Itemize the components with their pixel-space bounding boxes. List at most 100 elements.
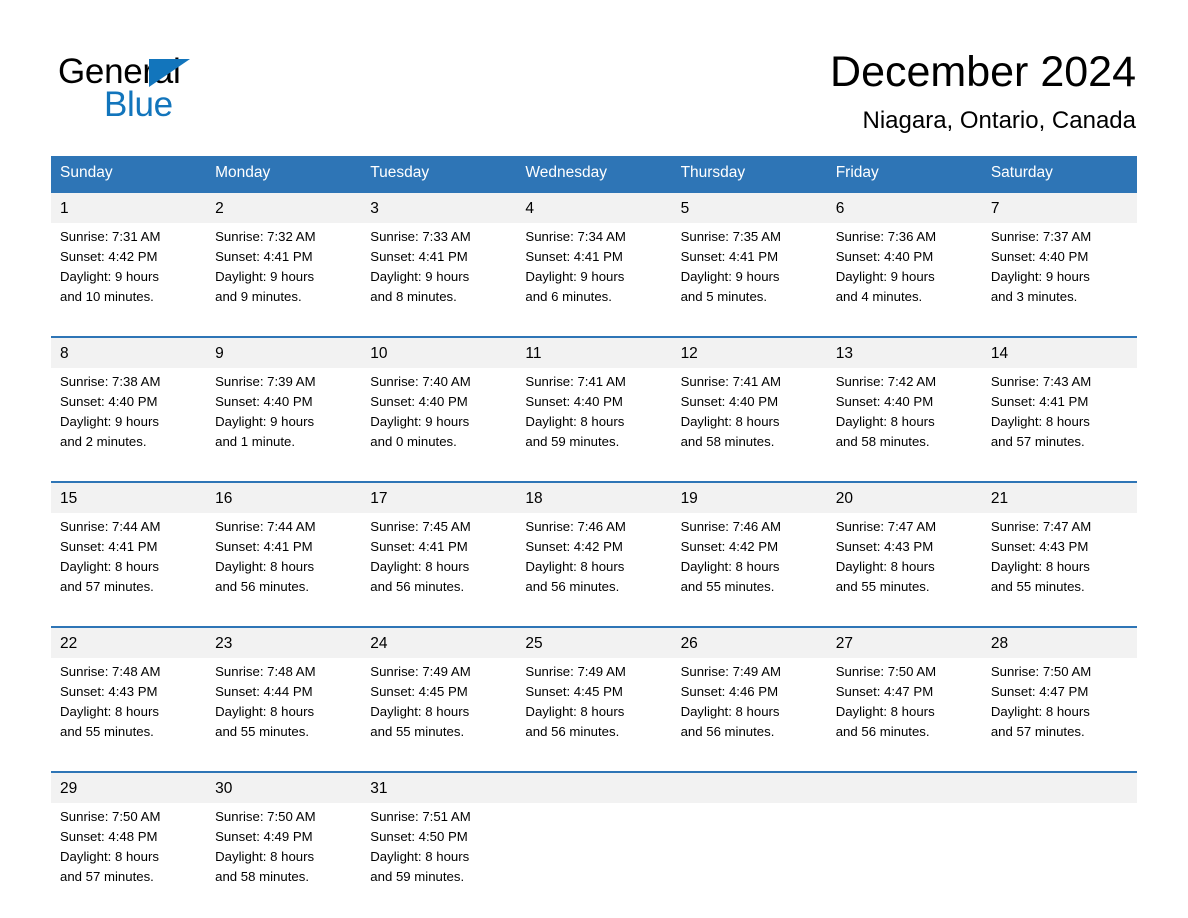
day-number[interactable]: 14: [981, 336, 1137, 368]
day-cell[interactable]: Sunrise: 7:41 AM Sunset: 4:40 PM Dayligh…: [516, 368, 672, 482]
day-cell[interactable]: Sunrise: 7:44 AM Sunset: 4:41 PM Dayligh…: [206, 513, 362, 627]
daylight-text: Daylight: 8 hours: [370, 559, 470, 574]
day-number[interactable]: 17: [361, 481, 517, 513]
sunset-text: Sunset: 4:41 PM: [370, 539, 468, 554]
day-cell[interactable]: Sunrise: 7:41 AM Sunset: 4:40 PM Dayligh…: [671, 368, 827, 482]
day-cell[interactable]: Sunrise: 7:48 AM Sunset: 4:43 PM Dayligh…: [51, 658, 207, 772]
location-subtitle: Niagara, Ontario, Canada: [862, 107, 1137, 134]
day-number[interactable]: 23: [206, 626, 362, 658]
sunset-text: Sunset: 4:40 PM: [370, 394, 468, 409]
day-cell[interactable]: Sunrise: 7:34 AM Sunset: 4:41 PM Dayligh…: [516, 223, 672, 337]
day-number[interactable]: 21: [981, 481, 1137, 513]
day-number[interactable]: 24: [361, 626, 517, 658]
daylight-text: Daylight: 8 hours: [835, 414, 935, 429]
daylight-text: Daylight: 8 hours: [680, 704, 780, 719]
day-cell[interactable]: Sunrise: 7:49 AM Sunset: 4:45 PM Dayligh…: [516, 658, 672, 772]
day-number[interactable]: 4: [516, 191, 672, 223]
day-number[interactable]: 7: [981, 191, 1137, 223]
title-block: December 2024 Niagara, Ontario, Canada: [830, 46, 1136, 135]
day-cell[interactable]: Sunrise: 7:33 AM Sunset: 4:41 PM Dayligh…: [361, 223, 517, 337]
day-cell[interactable]: Sunrise: 7:49 AM Sunset: 4:45 PM Dayligh…: [361, 658, 517, 772]
day-cell[interactable]: Sunrise: 7:37 AM Sunset: 4:40 PM Dayligh…: [981, 223, 1137, 337]
day-number[interactable]: 18: [516, 481, 672, 513]
day-cell[interactable]: Sunrise: 7:35 AM Sunset: 4:41 PM Dayligh…: [671, 223, 827, 337]
day-cell[interactable]: Sunrise: 7:44 AM Sunset: 4:41 PM Dayligh…: [51, 513, 207, 627]
day-number[interactable]: 9: [206, 336, 362, 368]
day-cell[interactable]: Sunrise: 7:42 AM Sunset: 4:40 PM Dayligh…: [826, 368, 982, 482]
day-number-empty: [671, 771, 827, 803]
day-cell[interactable]: Sunrise: 7:36 AM Sunset: 4:40 PM Dayligh…: [826, 223, 982, 337]
day-number[interactable]: 29: [51, 771, 207, 803]
day-cell[interactable]: Sunrise: 7:31 AM Sunset: 4:42 PM Dayligh…: [51, 223, 207, 337]
daylight-text-cont: and 1 minute.: [215, 434, 296, 449]
sunrise-text: Sunrise: 7:45 AM: [370, 519, 471, 534]
day-number[interactable]: 12: [671, 336, 827, 368]
daylight-text-cont: and 6 minutes.: [525, 289, 612, 304]
day-number[interactable]: 19: [671, 481, 827, 513]
day-cell[interactable]: Sunrise: 7:40 AM Sunset: 4:40 PM Dayligh…: [361, 368, 517, 482]
day-number[interactable]: 26: [671, 626, 827, 658]
sunrise-text: Sunrise: 7:35 AM: [680, 229, 781, 244]
sunset-text: Sunset: 4:42 PM: [525, 539, 623, 554]
day-number[interactable]: 3: [361, 191, 517, 223]
day-number[interactable]: 15: [51, 481, 207, 513]
daylight-text-cont: and 2 minutes.: [60, 434, 147, 449]
day-cell[interactable]: Sunrise: 7:50 AM Sunset: 4:49 PM Dayligh…: [206, 803, 362, 916]
sunset-text: Sunset: 4:42 PM: [60, 249, 158, 264]
day-number[interactable]: 5: [671, 191, 827, 223]
day-number[interactable]: 8: [51, 336, 207, 368]
general-blue-logo[interactable]: General Blue: [58, 52, 318, 124]
day-cell-empty: [671, 803, 827, 916]
sunset-text: Sunset: 4:44 PM: [215, 684, 313, 699]
day-cell[interactable]: Sunrise: 7:50 AM Sunset: 4:47 PM Dayligh…: [981, 658, 1137, 772]
day-number[interactable]: 11: [516, 336, 672, 368]
day-cell[interactable]: Sunrise: 7:50 AM Sunset: 4:47 PM Dayligh…: [826, 658, 982, 772]
day-number[interactable]: 22: [51, 626, 207, 658]
day-number[interactable]: 13: [826, 336, 982, 368]
logo-triangle-icon: [149, 59, 190, 87]
sunset-text: Sunset: 4:40 PM: [525, 394, 623, 409]
sunrise-text: Sunrise: 7:38 AM: [60, 374, 161, 389]
day-number[interactable]: 28: [981, 626, 1137, 658]
day-number[interactable]: 2: [206, 191, 362, 223]
day-cell[interactable]: Sunrise: 7:47 AM Sunset: 4:43 PM Dayligh…: [826, 513, 982, 627]
daylight-text: Daylight: 8 hours: [680, 559, 780, 574]
day-cell[interactable]: Sunrise: 7:49 AM Sunset: 4:46 PM Dayligh…: [671, 658, 827, 772]
day-number[interactable]: 31: [361, 771, 517, 803]
day-cell[interactable]: Sunrise: 7:38 AM Sunset: 4:40 PM Dayligh…: [51, 368, 207, 482]
day-number[interactable]: 10: [361, 336, 517, 368]
week-2-daynum-row: 8 9 10 11 12 13 14: [51, 336, 1137, 368]
day-cell[interactable]: Sunrise: 7:32 AM Sunset: 4:41 PM Dayligh…: [206, 223, 362, 337]
day-cell[interactable]: Sunrise: 7:51 AM Sunset: 4:50 PM Dayligh…: [361, 803, 517, 916]
day-cell[interactable]: Sunrise: 7:43 AM Sunset: 4:41 PM Dayligh…: [981, 368, 1137, 482]
day-number[interactable]: 6: [826, 191, 982, 223]
daylight-text: Daylight: 9 hours: [60, 269, 159, 284]
day-number[interactable]: 27: [826, 626, 982, 658]
day-cell[interactable]: Sunrise: 7:46 AM Sunset: 4:42 PM Dayligh…: [516, 513, 672, 627]
day-cell[interactable]: Sunrise: 7:50 AM Sunset: 4:48 PM Dayligh…: [51, 803, 207, 916]
day-cell[interactable]: Sunrise: 7:39 AM Sunset: 4:40 PM Dayligh…: [206, 368, 362, 482]
sunset-text: Sunset: 4:48 PM: [60, 829, 158, 844]
page-title: December 2024: [830, 48, 1136, 96]
day-number[interactable]: 25: [516, 626, 672, 658]
day-cell[interactable]: Sunrise: 7:48 AM Sunset: 4:44 PM Dayligh…: [206, 658, 362, 772]
week-5-daynum-row: 29 30 31: [51, 771, 1137, 803]
day-number[interactable]: 30: [206, 771, 362, 803]
day-cell[interactable]: Sunrise: 7:45 AM Sunset: 4:41 PM Dayligh…: [361, 513, 517, 627]
sunrise-text: Sunrise: 7:42 AM: [835, 374, 937, 389]
day-number[interactable]: 20: [826, 481, 982, 513]
day-number[interactable]: 1: [51, 191, 207, 223]
weekday-header-sunday: Sunday: [51, 156, 207, 192]
day-cell[interactable]: Sunrise: 7:47 AM Sunset: 4:43 PM Dayligh…: [981, 513, 1137, 627]
week-4-info-row: Sunrise: 7:48 AM Sunset: 4:43 PM Dayligh…: [51, 658, 1137, 772]
day-cell[interactable]: Sunrise: 7:46 AM Sunset: 4:42 PM Dayligh…: [671, 513, 827, 627]
sunset-text: Sunset: 4:41 PM: [680, 249, 779, 264]
daylight-text: Daylight: 9 hours: [60, 414, 159, 429]
sunset-text: Sunset: 4:40 PM: [60, 394, 158, 409]
sunrise-text: Sunrise: 7:48 AM: [60, 664, 161, 679]
daylight-text-cont: and 56 minutes.: [835, 724, 930, 739]
day-number[interactable]: 16: [206, 481, 362, 513]
daylight-text: Daylight: 8 hours: [370, 849, 470, 864]
daylight-text: Daylight: 8 hours: [990, 704, 1090, 719]
weekday-header-tuesday: Tuesday: [361, 156, 517, 192]
